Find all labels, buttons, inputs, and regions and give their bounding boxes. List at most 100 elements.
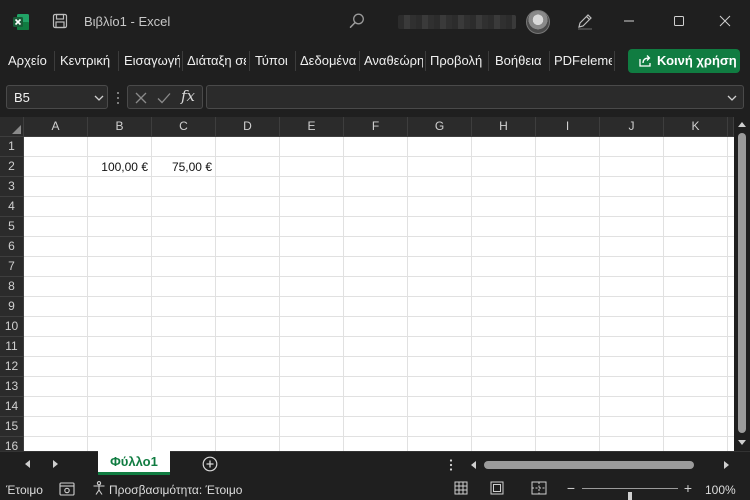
row-header[interactable]: 1 bbox=[0, 137, 24, 157]
accessibility-status[interactable]: Προσβασιμότητα: Έτοιμο bbox=[109, 483, 242, 497]
save-icon[interactable] bbox=[52, 13, 68, 29]
scroll-left-icon[interactable] bbox=[470, 461, 478, 469]
row-header[interactable]: 16 bbox=[0, 437, 24, 451]
tab-view[interactable]: Προβολή bbox=[430, 53, 486, 68]
search-icon[interactable] bbox=[348, 12, 366, 30]
row-header[interactable]: 8 bbox=[0, 277, 24, 297]
page-break-view-icon[interactable] bbox=[531, 481, 547, 495]
gridline bbox=[24, 416, 734, 417]
tab-home[interactable]: Κεντρική bbox=[60, 53, 116, 68]
minimize-icon[interactable] bbox=[622, 14, 636, 28]
tab-page-layout[interactable]: Διάταξη σελίδας bbox=[187, 53, 246, 68]
gridline bbox=[24, 236, 734, 237]
gridline bbox=[407, 137, 408, 451]
add-sheet-icon[interactable] bbox=[202, 456, 218, 472]
tab-insert[interactable]: Εισαγωγή bbox=[124, 53, 180, 68]
row-header[interactable]: 12 bbox=[0, 357, 24, 377]
share-icon bbox=[639, 55, 651, 67]
scroll-right-icon[interactable] bbox=[722, 461, 730, 469]
row-header[interactable]: 4 bbox=[0, 197, 24, 217]
gridline bbox=[24, 196, 734, 197]
zoom-out-button[interactable]: − bbox=[566, 480, 576, 496]
cancel-icon[interactable] bbox=[133, 90, 149, 106]
gridline bbox=[343, 137, 344, 451]
row-header[interactable]: 14 bbox=[0, 397, 24, 417]
tab-formulas[interactable]: Τύποι bbox=[255, 53, 293, 68]
scroll-up-icon[interactable] bbox=[738, 121, 746, 129]
select-all-button[interactable] bbox=[0, 117, 24, 137]
row-header[interactable]: 5 bbox=[0, 217, 24, 237]
tab-help[interactable]: Βοήθεια bbox=[495, 53, 547, 68]
menu-divider bbox=[614, 51, 615, 71]
menu-divider bbox=[54, 51, 55, 71]
page-layout-view-icon[interactable] bbox=[490, 481, 504, 495]
insert-function-button[interactable]: fx bbox=[181, 87, 195, 105]
name-box[interactable]: B5 bbox=[6, 85, 108, 109]
chevron-down-icon[interactable] bbox=[93, 92, 105, 104]
row-header[interactable]: 9 bbox=[0, 297, 24, 317]
pen-icon[interactable] bbox=[576, 12, 594, 30]
column-header[interactable]: H bbox=[472, 117, 536, 137]
column-header[interactable]: K bbox=[664, 117, 728, 137]
column-header[interactable]: I bbox=[536, 117, 600, 137]
formula-input[interactable] bbox=[206, 85, 744, 109]
tab-review[interactable]: Αναθεώρηση bbox=[364, 53, 423, 68]
worksheet-grid[interactable]: A B C D E F G H I J K 1 2 3 4 5 6 7 8 9 … bbox=[0, 117, 734, 451]
enter-check-icon[interactable] bbox=[156, 90, 172, 106]
share-label: Κοινή χρήση bbox=[657, 53, 737, 68]
column-header[interactable]: F bbox=[344, 117, 408, 137]
row-header[interactable]: 11 bbox=[0, 337, 24, 357]
row-header[interactable]: 10 bbox=[0, 317, 24, 337]
horizontal-scroll-thumb[interactable] bbox=[484, 461, 694, 469]
gridline bbox=[663, 137, 664, 451]
cell-c2[interactable]: 75,00 € bbox=[152, 157, 215, 177]
sheet-tab-active[interactable]: Φύλλο1 bbox=[98, 451, 170, 475]
previous-sheet-icon[interactable] bbox=[24, 460, 32, 468]
menu-divider bbox=[295, 51, 296, 71]
vertical-scroll-thumb[interactable] bbox=[738, 133, 746, 433]
zoom-level[interactable]: 100% bbox=[705, 483, 736, 497]
column-header[interactable]: B bbox=[88, 117, 152, 137]
close-icon[interactable] bbox=[718, 14, 732, 28]
row-header[interactable]: 2 bbox=[0, 157, 24, 177]
macro-recording-icon[interactable] bbox=[59, 482, 75, 496]
column-header[interactable]: G bbox=[408, 117, 472, 137]
scroll-down-icon[interactable] bbox=[738, 438, 746, 446]
accessibility-icon[interactable] bbox=[92, 481, 106, 495]
tab-pdfelement[interactable]: PDFelement bbox=[554, 53, 612, 68]
title-bar: Βιβλίο1 - Excel bbox=[0, 0, 750, 44]
column-header[interactable]: D bbox=[216, 117, 280, 137]
row-header[interactable]: 13 bbox=[0, 377, 24, 397]
next-sheet-icon[interactable] bbox=[51, 460, 59, 468]
more-options-icon[interactable] bbox=[116, 90, 120, 106]
gridline bbox=[279, 137, 280, 451]
more-options-icon[interactable] bbox=[449, 458, 453, 472]
normal-view-icon[interactable] bbox=[454, 481, 468, 495]
column-header[interactable]: A bbox=[24, 117, 88, 137]
zoom-slider-thumb[interactable] bbox=[628, 492, 632, 500]
name-box-value: B5 bbox=[14, 90, 30, 105]
gridline bbox=[87, 137, 88, 451]
tab-data[interactable]: Δεδομένα bbox=[300, 53, 357, 68]
row-header[interactable]: 6 bbox=[0, 237, 24, 257]
row-header[interactable]: 15 bbox=[0, 417, 24, 437]
horizontal-scrollbar[interactable] bbox=[466, 456, 734, 474]
zoom-slider[interactable] bbox=[582, 488, 678, 500]
account-name-blurred[interactable] bbox=[398, 15, 516, 29]
gridline bbox=[471, 137, 472, 451]
zoom-in-button[interactable]: + bbox=[683, 480, 693, 496]
vertical-scrollbar[interactable] bbox=[734, 117, 750, 451]
menu-divider bbox=[249, 51, 250, 71]
row-header[interactable]: 3 bbox=[0, 177, 24, 197]
column-header[interactable]: C bbox=[152, 117, 216, 137]
avatar[interactable] bbox=[526, 10, 550, 34]
gridline bbox=[24, 316, 734, 317]
chevron-down-icon[interactable] bbox=[726, 92, 738, 104]
tab-file[interactable]: Αρχείο bbox=[8, 53, 52, 68]
share-button[interactable]: Κοινή χρήση bbox=[628, 49, 740, 73]
cell-b2[interactable]: 100,00 € bbox=[88, 157, 151, 177]
column-header[interactable]: J bbox=[600, 117, 664, 137]
maximize-icon[interactable] bbox=[672, 14, 686, 28]
column-header[interactable]: E bbox=[280, 117, 344, 137]
row-header[interactable]: 7 bbox=[0, 257, 24, 277]
